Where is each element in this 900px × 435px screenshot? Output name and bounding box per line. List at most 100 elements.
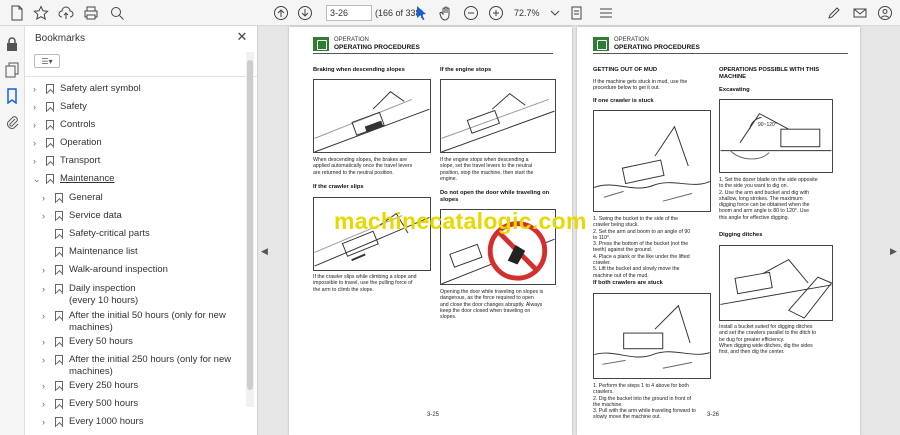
- chevron-right-icon[interactable]: ›: [33, 119, 41, 131]
- chevron-right-icon[interactable]: ›: [42, 283, 50, 295]
- mail-icon[interactable]: [851, 4, 869, 22]
- pdf-page-right: OPERATION OPERATING PROCEDURES GETTING O…: [577, 27, 860, 435]
- main-toolbar: 3-26 (166 of 338) 72.7%: [0, 0, 900, 26]
- bookmark-item[interactable]: ⌄ Maintenance: [25, 173, 245, 187]
- page-number: 3-25: [427, 412, 440, 418]
- panel-scroll-thumb[interactable]: [247, 60, 253, 390]
- chevron-right-icon[interactable]: ›: [33, 101, 41, 113]
- bookmark-item[interactable]: › Every 1000 hours: [25, 416, 245, 430]
- bookmark-icon: [46, 174, 54, 184]
- search-zoom-icon[interactable]: [108, 4, 126, 22]
- bookmark-item[interactable]: › Walk-around inspection: [25, 264, 245, 278]
- page-fit-icon[interactable]: [568, 4, 586, 22]
- bookmark-icon: [46, 102, 54, 112]
- attachment-icon[interactable]: [4, 114, 20, 130]
- bookmark-item[interactable]: › Every 250 hours: [25, 380, 245, 394]
- bookmark-item[interactable]: › Operation: [25, 137, 245, 151]
- heading-digging-ditches: Digging ditches: [719, 232, 763, 238]
- panel-options-button[interactable]: ☰▾: [34, 54, 60, 68]
- page-title: OPERATING PROCEDURES: [614, 44, 700, 51]
- header-rule: [593, 53, 848, 54]
- scroll-mode-icon[interactable]: [597, 4, 615, 22]
- steps-one-crawler: 1. Swing the bucket to the side of the c…: [593, 216, 691, 279]
- page-thumbnails-icon[interactable]: [4, 62, 20, 78]
- bookmark-label: Every 50 hours: [69, 336, 133, 347]
- bookmark-label: Walk-around inspection: [69, 264, 168, 275]
- bookmark-label-line2: machines): [69, 322, 113, 333]
- bookmark-item[interactable]: › Safety: [25, 101, 245, 115]
- open-file-icon[interactable]: [8, 4, 26, 22]
- figure-both-crawlers-stuck: [593, 293, 711, 379]
- bookmark-item[interactable]: › Service data: [25, 210, 245, 224]
- chevron-right-icon[interactable]: ›: [33, 83, 41, 95]
- bookmark-icon: [55, 311, 63, 321]
- bookmark-item[interactable]: › Every 50 hours: [25, 336, 245, 350]
- bookmark-item[interactable]: Maintenance list: [25, 246, 245, 260]
- bookmark-item[interactable]: Safety-critical parts: [25, 228, 245, 242]
- zoom-in-icon[interactable]: [487, 4, 505, 22]
- chevron-right-icon[interactable]: ›: [42, 354, 50, 366]
- bookmark-label: Every 250 hours: [69, 380, 139, 391]
- bookmark-item[interactable]: › Controls: [25, 119, 245, 133]
- bookmark-label: Operation: [60, 137, 102, 148]
- print-icon[interactable]: [82, 4, 100, 22]
- collapse-left-icon[interactable]: ◀: [261, 246, 268, 257]
- bookmark-icon: [55, 399, 63, 409]
- chevron-right-icon[interactable]: ›: [42, 192, 50, 204]
- upload-cloud-icon[interactable]: [57, 4, 75, 22]
- bookmarks-icon[interactable]: [4, 88, 20, 105]
- bookmark-icon: [46, 120, 54, 130]
- select-pointer-icon[interactable]: [412, 4, 430, 22]
- divider: [25, 76, 257, 77]
- para-excavating: 1. Set the dozer blade on the side oppos…: [719, 177, 818, 221]
- page-number-input[interactable]: 3-26: [326, 5, 372, 21]
- close-icon[interactable]: ✕: [235, 30, 249, 44]
- hand-tool-icon[interactable]: [437, 4, 455, 22]
- bookmark-label-line2: (every 10 hours): [69, 295, 139, 306]
- chevron-right-icon[interactable]: ›: [33, 137, 41, 149]
- section-logo-icon: [313, 37, 329, 51]
- bookmark-item[interactable]: › Every 500 hours: [25, 398, 245, 412]
- chevron-right-icon[interactable]: ›: [42, 336, 50, 348]
- para-braking: When descending slopes, the brakes are ap…: [313, 157, 413, 176]
- page-number: 3-26: [707, 412, 720, 418]
- bookmark-icon: [46, 138, 54, 148]
- bookmark-item[interactable]: › After the initial 250 hours (only for n…: [25, 354, 245, 377]
- previous-page-icon[interactable]: [272, 4, 290, 22]
- chevron-down-icon[interactable]: [546, 4, 564, 22]
- bookmark-icon: [55, 284, 63, 294]
- bookmark-label: Safety-critical parts: [69, 228, 150, 239]
- bookmark-item[interactable]: › Safety alert symbol: [25, 83, 245, 97]
- chevron-down-icon[interactable]: ⌄: [33, 173, 41, 185]
- heading-getting-out-of-mud: GETTING OUT OF MUD: [593, 67, 658, 73]
- chevron-right-icon[interactable]: ›: [42, 380, 50, 392]
- bookmark-item[interactable]: › Daily inspection (every 10 hours): [25, 283, 245, 306]
- section-label: OPERATION: [334, 37, 369, 43]
- bookmark-item[interactable]: › General: [25, 192, 245, 206]
- star-icon[interactable]: [32, 4, 50, 22]
- panel-title: Bookmarks: [35, 33, 86, 44]
- next-page-icon[interactable]: [296, 4, 314, 22]
- bookmark-item[interactable]: › Transport: [25, 155, 245, 169]
- heading-do-not-open-door: Do not open the door while traveling on s…: [440, 190, 550, 203]
- zoom-out-icon[interactable]: [462, 4, 480, 22]
- bookmark-icon: [46, 84, 54, 94]
- heading-excavating: Excavating: [719, 87, 750, 93]
- edit-sign-icon[interactable]: [825, 4, 843, 22]
- para-crawler-slips: If the crawler slips while climbing a sl…: [313, 274, 417, 293]
- chevron-right-icon[interactable]: ›: [42, 416, 50, 428]
- chevron-right-icon[interactable]: ›: [33, 155, 41, 167]
- chevron-right-icon[interactable]: ›: [42, 264, 50, 276]
- bookmark-icon: [55, 247, 63, 257]
- bookmarks-panel: Bookmarks ✕ ☰▾ › Safety alert symbol › Safe…: [25, 26, 258, 435]
- heading-both-crawlers: If both crawlers are stuck: [593, 280, 663, 286]
- collapse-right-icon[interactable]: ▶: [890, 246, 897, 257]
- bookmark-item[interactable]: › After the initial 50 hours (only for ne…: [25, 310, 245, 333]
- lock-icon[interactable]: [4, 36, 20, 52]
- bookmark-label: Maintenance: [60, 173, 115, 184]
- chevron-right-icon[interactable]: ›: [42, 398, 50, 410]
- chevron-right-icon[interactable]: ›: [42, 210, 50, 222]
- para-mud-intro: If the machine gets stuck in mud, use th…: [593, 79, 688, 92]
- chevron-right-icon[interactable]: ›: [42, 310, 50, 322]
- account-icon[interactable]: [876, 4, 894, 22]
